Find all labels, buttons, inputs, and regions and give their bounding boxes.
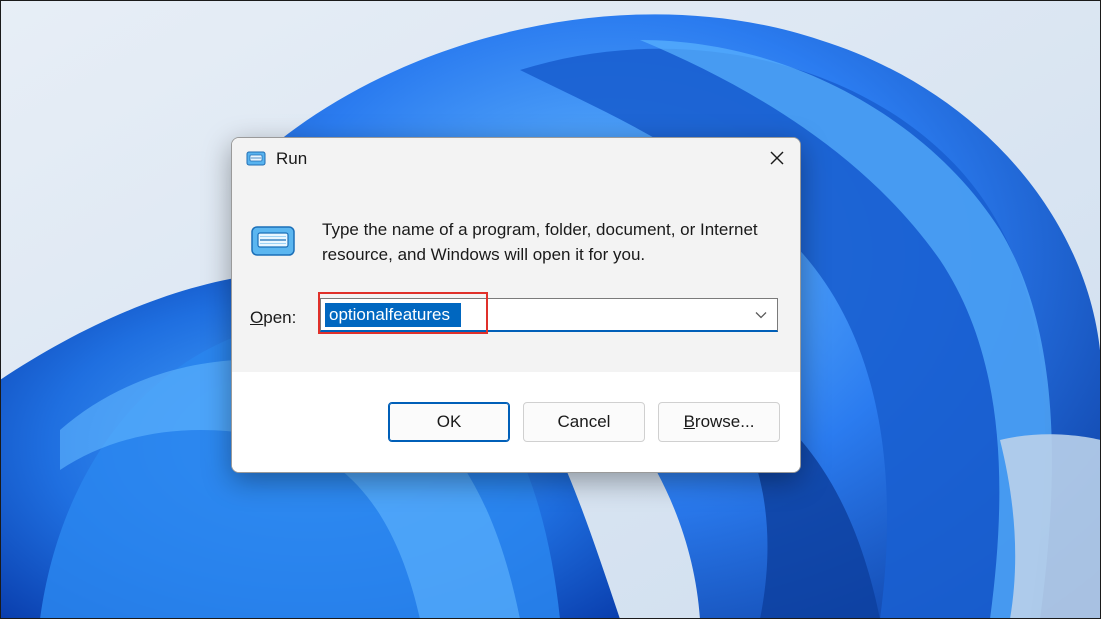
cancel-button[interactable]: Cancel (523, 402, 645, 442)
close-button[interactable] (754, 138, 800, 182)
chevron-down-icon (755, 306, 767, 324)
dialog-title: Run (276, 149, 308, 168)
browse-label-rest: rowse... (694, 412, 755, 431)
dropdown-button[interactable] (749, 303, 773, 327)
open-label: Open: (250, 308, 296, 328)
run-dialog: Run Type the name of a program, folder, … (231, 137, 801, 473)
open-label-accesskey: O (250, 308, 264, 327)
open-input-selected-text[interactable]: optionalfeatures (325, 303, 461, 327)
close-icon (769, 150, 785, 171)
title-bar[interactable]: Run (232, 138, 800, 182)
browse-button[interactable]: Browse... (658, 402, 780, 442)
run-app-icon (246, 150, 266, 168)
run-app-icon (250, 224, 296, 258)
ok-button[interactable]: OK (388, 402, 510, 442)
dialog-footer: OK Cancel Browse... (232, 372, 800, 472)
open-label-text: pen: (263, 308, 297, 327)
dialog-description: Type the name of a program, folder, docu… (322, 220, 758, 264)
open-input-area[interactable] (457, 303, 737, 327)
browse-accesskey: B (683, 412, 695, 431)
dialog-content: Type the name of a program, folder, docu… (232, 182, 800, 372)
desktop: Run Type the name of a program, folder, … (0, 0, 1101, 619)
open-combobox[interactable]: optionalfeatures (320, 298, 778, 332)
